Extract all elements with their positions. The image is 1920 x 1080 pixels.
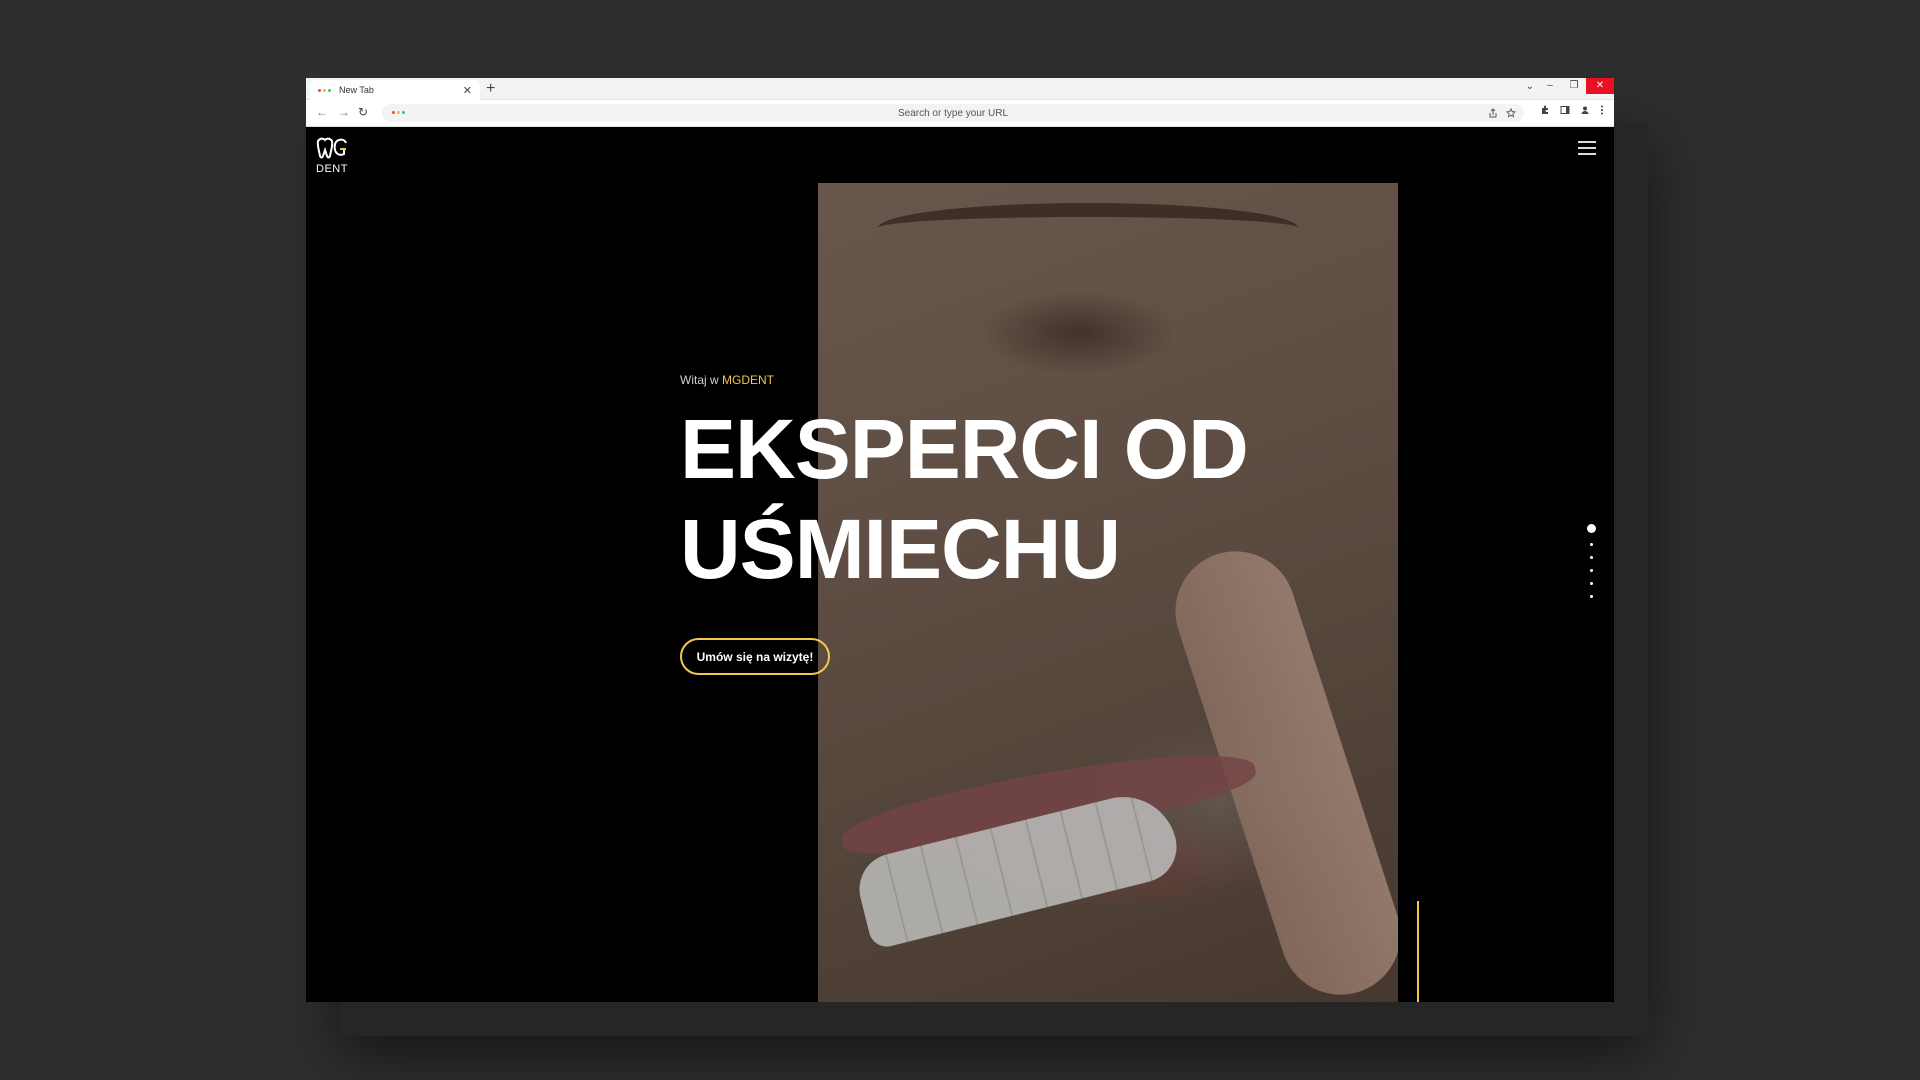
browser-window: New Tab ✕ + ⌄ – ❐ ✕ ← → ↻ Search or type… bbox=[306, 78, 1614, 1002]
sidepanel-icon[interactable] bbox=[1560, 105, 1570, 115]
tab-close-icon[interactable]: ✕ bbox=[463, 84, 472, 97]
headline-line-1: EKSPERCI OD bbox=[680, 402, 1249, 496]
minimize-icon[interactable]: – bbox=[1538, 78, 1562, 94]
webpage: DENT Witaj w MGDENT EKSPERCI OD UŚMIECHU… bbox=[306, 129, 1614, 1002]
profile-icon[interactable] bbox=[1580, 105, 1590, 115]
tooth-logo-icon bbox=[316, 137, 347, 159]
address-bar[interactable]: Search or type your URL bbox=[382, 104, 1524, 122]
slider-dot[interactable] bbox=[1590, 556, 1593, 559]
site-logo[interactable]: DENT bbox=[316, 137, 350, 175]
logo-text: DENT bbox=[316, 163, 348, 175]
reload-icon[interactable]: ↻ bbox=[358, 105, 368, 119]
slider-pagination bbox=[1587, 524, 1596, 598]
hero-text-block: Witaj w MGDENT EKSPERCI OD UŚMIECHU bbox=[680, 373, 1249, 599]
slider-dot[interactable] bbox=[1590, 569, 1593, 572]
menu-icon[interactable] bbox=[1600, 105, 1604, 115]
welcome-line: Witaj w MGDENT bbox=[680, 373, 1248, 387]
accent-line bbox=[1417, 901, 1419, 1002]
tab-new-tab[interactable]: New Tab ✕ bbox=[310, 80, 480, 100]
headline-line-2: UŚMIECHU bbox=[680, 502, 1121, 596]
tab-search-icon[interactable]: ⌄ bbox=[1526, 81, 1534, 92]
tab-strip: New Tab ✕ + ⌄ – ❐ ✕ bbox=[306, 78, 1614, 100]
forward-icon[interactable]: → bbox=[338, 105, 350, 119]
book-appointment-button[interactable]: Umów się na wizytę! bbox=[680, 638, 830, 675]
restore-icon[interactable]: ❐ bbox=[1562, 78, 1586, 94]
hamburger-menu-icon[interactable] bbox=[1578, 141, 1596, 155]
browser-toolbar: ← → ↻ Search or type your URL bbox=[306, 100, 1614, 127]
new-tab-button[interactable]: + bbox=[486, 80, 495, 98]
slider-dot[interactable] bbox=[1590, 582, 1593, 585]
star-icon[interactable] bbox=[1506, 108, 1516, 118]
slider-dot[interactable] bbox=[1587, 524, 1596, 533]
extensions-icon[interactable] bbox=[1540, 105, 1550, 115]
address-placeholder: Search or type your URL bbox=[897, 107, 1009, 119]
welcome-brand: MGDENT bbox=[722, 373, 774, 387]
site-info-icon[interactable] bbox=[392, 111, 405, 114]
welcome-prefix: Witaj w bbox=[680, 373, 722, 387]
favicon-dots-icon bbox=[318, 88, 331, 92]
slider-dot[interactable] bbox=[1590, 543, 1593, 546]
window-close-icon[interactable]: ✕ bbox=[1586, 78, 1614, 94]
tab-title: New Tab bbox=[339, 85, 374, 95]
slider-dot[interactable] bbox=[1590, 595, 1593, 598]
hero-headline: EKSPERCI OD UŚMIECHU bbox=[680, 399, 1249, 599]
back-icon[interactable]: ← bbox=[316, 105, 328, 119]
share-icon[interactable] bbox=[1488, 108, 1498, 118]
